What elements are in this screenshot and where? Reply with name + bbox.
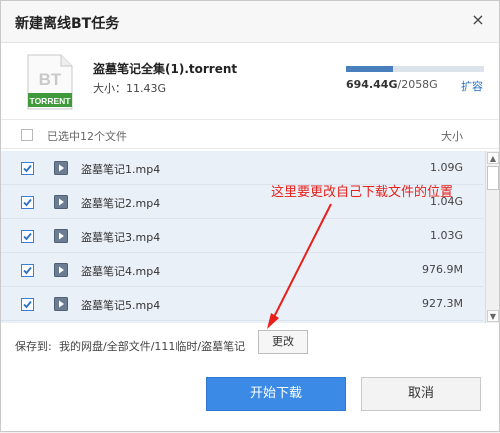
- file-name: 盗墓笔记5.mp4: [81, 299, 161, 312]
- scroll-up-arrow-icon[interactable]: ▲: [487, 152, 499, 164]
- dialog-titlebar: 新建离线BT任务 ×: [1, 1, 499, 43]
- storage-quota-bar: [346, 66, 484, 72]
- save-path: 我的网盘/全部文件/111临时/盗墓笔记: [59, 340, 246, 353]
- video-file-icon: [54, 263, 68, 277]
- annotation-text: 这里要更改自己下载文件的位置: [271, 185, 454, 200]
- scroll-down-arrow-icon[interactable]: ▼: [487, 310, 499, 322]
- save-location-row: 保存到: 我的网盘/全部文件/111临时/盗墓笔记 更改: [1, 327, 499, 361]
- bt-icon-text: BT: [39, 70, 62, 89]
- expand-storage-link[interactable]: 扩容: [461, 78, 483, 94]
- file-row[interactable]: 盗墓笔记1.mp4 1.09G: [1, 151, 483, 185]
- video-file-icon: [54, 195, 68, 209]
- file-size: 927.3M: [422, 297, 463, 310]
- torrent-band-text: TORRENT: [30, 96, 72, 106]
- storage-quota-fill: [346, 66, 393, 72]
- storage-quota-text: 694.44G/2058G: [346, 78, 438, 91]
- storage-total: /2058G: [397, 78, 438, 91]
- file-checkbox[interactable]: [21, 298, 34, 311]
- close-icon[interactable]: ×: [469, 11, 487, 29]
- file-row[interactable]: 盗墓笔记4.mp4 976.9M: [1, 253, 483, 287]
- selected-count-text: 已选中12个文件: [47, 130, 127, 143]
- file-size: 1.03G: [429, 229, 463, 242]
- torrent-size: 大小：11.43G: [93, 80, 166, 96]
- torrent-size-value: 11.43G: [126, 82, 167, 95]
- file-list: 盗墓笔记1.mp4 1.09G 盗墓笔记2.mp4 1.04G 盗墓笔记3.mp…: [1, 151, 499, 323]
- start-download-button[interactable]: 开始下载: [206, 377, 346, 411]
- bt-torrent-file-icon: BT TORRENT: [27, 54, 73, 110]
- torrent-info: BT TORRENT 盗墓笔记全集(1).torrent 大小：11.43G 6…: [1, 44, 499, 116]
- file-checkbox[interactable]: [21, 264, 34, 277]
- file-checkbox[interactable]: [21, 196, 34, 209]
- file-list-header: 已选中12个文件 大小: [1, 119, 499, 149]
- file-name: 盗墓笔记3.mp4: [81, 231, 161, 244]
- file-checkbox[interactable]: [21, 162, 34, 175]
- file-row[interactable]: 盗墓笔记5.mp4 927.3M: [1, 287, 483, 321]
- file-row[interactable]: 盗墓笔记3.mp4 1.03G: [1, 219, 483, 253]
- new-bt-task-dialog: 新建离线BT任务 × BT TORRENT 盗墓笔记全集(1).torrent …: [0, 0, 500, 432]
- torrent-name: 盗墓笔记全集(1).torrent: [93, 62, 238, 76]
- torrent-size-label: 大小：: [93, 82, 126, 95]
- video-file-icon: [54, 297, 68, 311]
- file-checkbox[interactable]: [21, 230, 34, 243]
- file-name: 盗墓笔记4.mp4: [81, 265, 161, 278]
- scroll-thumb[interactable]: [487, 166, 499, 190]
- cancel-button[interactable]: 取消: [361, 377, 481, 411]
- video-file-icon: [54, 229, 68, 243]
- file-size: 976.9M: [422, 263, 463, 276]
- size-column-header: 大小: [441, 130, 463, 143]
- file-name: 盗墓笔记2.mp4: [81, 197, 161, 210]
- file-size: 1.09G: [429, 161, 463, 174]
- select-all-checkbox[interactable]: [21, 129, 33, 141]
- file-list-scrollbar[interactable]: ▲ ▼: [485, 151, 499, 323]
- video-file-icon: [54, 161, 68, 175]
- storage-used: 694.44G: [346, 78, 398, 91]
- save-to-label: 保存到:: [15, 340, 52, 353]
- dialog-title: 新建离线BT任务: [15, 16, 120, 32]
- file-name: 盗墓笔记1.mp4: [81, 163, 161, 176]
- change-location-button[interactable]: 更改: [258, 330, 308, 354]
